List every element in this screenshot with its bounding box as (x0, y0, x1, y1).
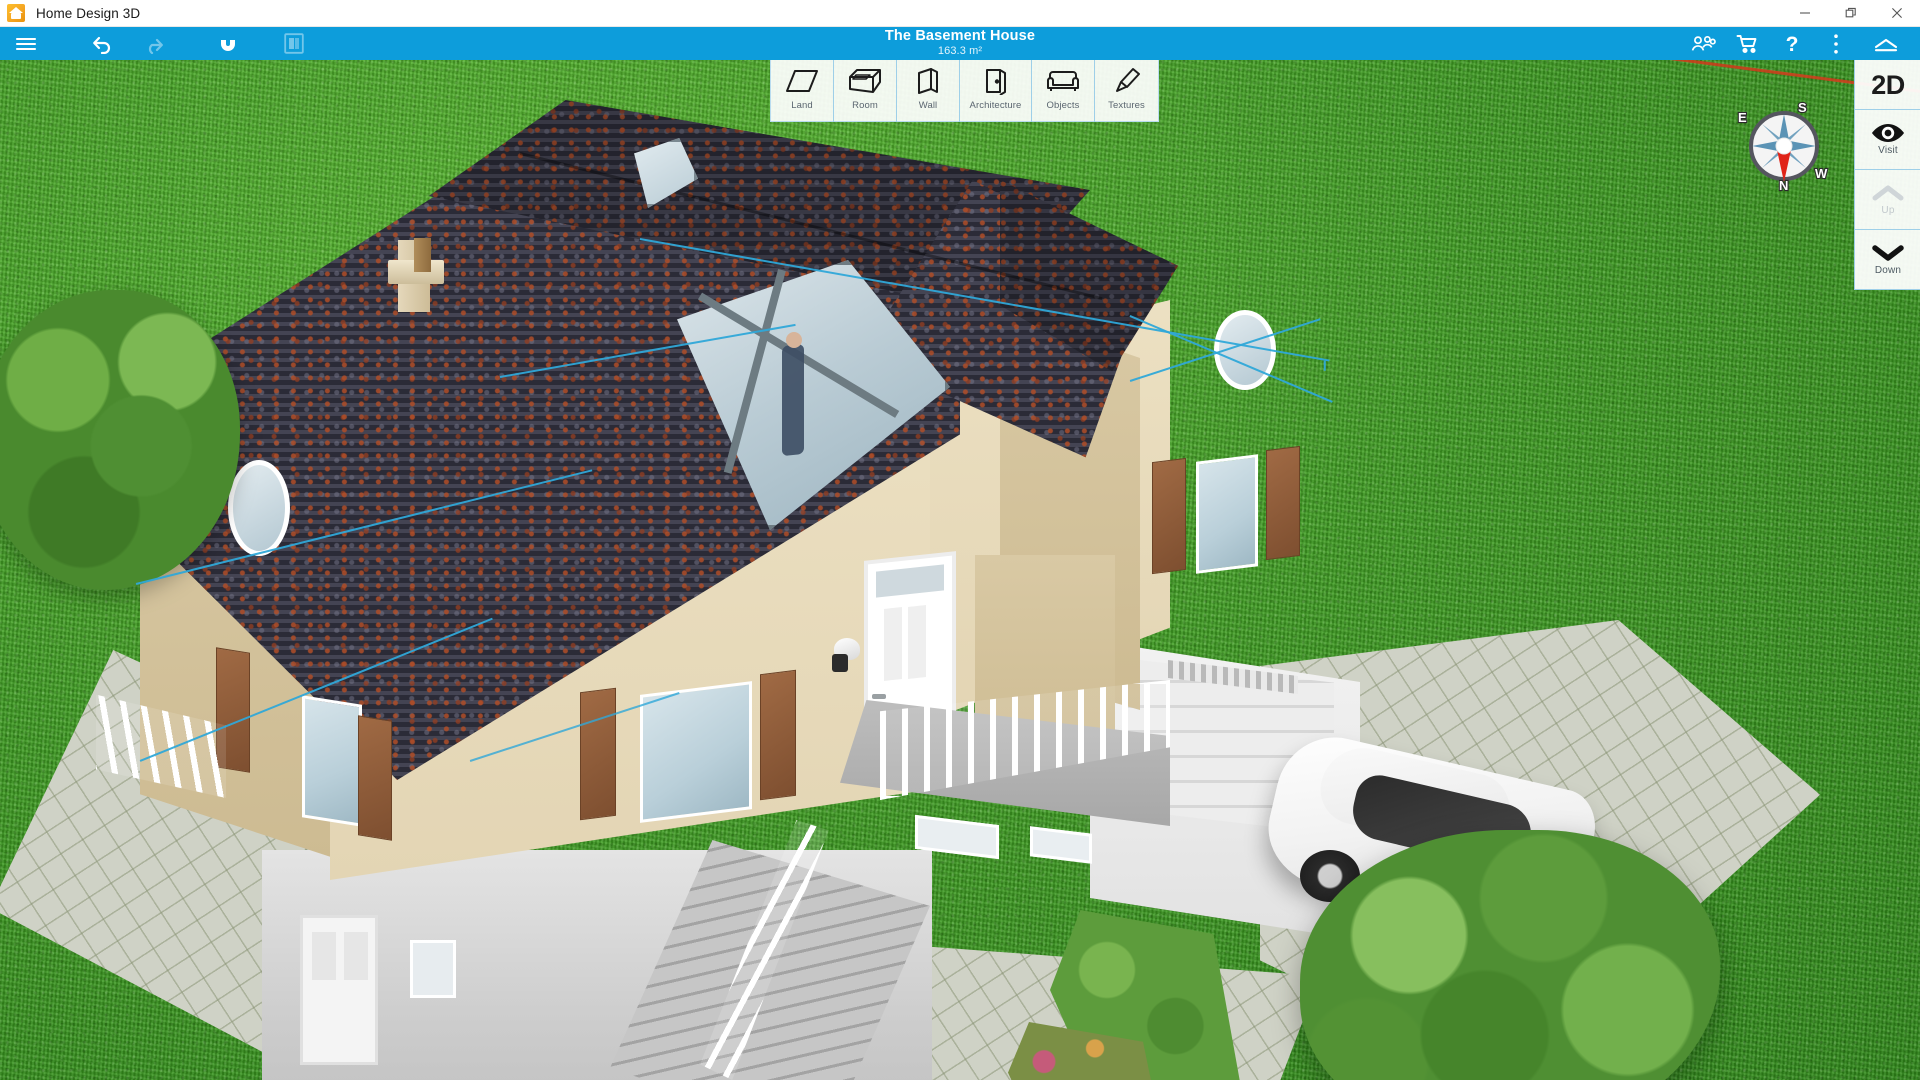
eye-icon (1871, 123, 1905, 143)
wall-slab-icon (915, 66, 941, 96)
sidebar-item-up[interactable]: Up (1855, 170, 1920, 230)
toolbar-left-group (0, 27, 320, 60)
close-icon[interactable] (1874, 0, 1920, 27)
front-door-handle (872, 694, 886, 699)
svg-text:?: ? (1786, 33, 1799, 55)
copy-duplicate-icon[interactable] (268, 27, 320, 60)
sidebar-item-visit[interactable]: Visit (1855, 110, 1920, 170)
magnet-snap-icon[interactable] (202, 27, 254, 60)
question-mark-icon[interactable]: ? (1770, 27, 1814, 60)
textures-brush-icon (1113, 66, 1141, 96)
window-shutter (358, 715, 392, 841)
objects-sofa-icon (1046, 66, 1080, 96)
window-shutter (580, 687, 616, 821)
dormer-interior-figure (782, 343, 804, 457)
3d-house-viewport[interactable] (0, 60, 1920, 1080)
tool-palette: Land Room Wall Architecture Objects Text… (770, 60, 1159, 122)
compass-east-label: E (1738, 110, 1747, 125)
chimney-pot (414, 238, 431, 272)
land-plane-icon (784, 66, 820, 96)
dormer-figure-head (786, 332, 802, 348)
house-window (302, 695, 362, 827)
front-door-panel (908, 605, 926, 679)
tool-architecture-label: Architecture (969, 100, 1022, 111)
round-gable-window-left (228, 460, 290, 556)
chevron-up-icon (1871, 183, 1905, 203)
tool-land[interactable]: Land (771, 60, 834, 122)
tool-textures-label: Textures (1108, 100, 1145, 111)
minimize-icon[interactable] (1782, 0, 1828, 27)
compass-south-label: S (1798, 100, 1807, 115)
app-toolbar: The Basement House 163.3 m² ? (0, 27, 1920, 60)
window-controls (1782, 0, 1920, 27)
people-group-icon[interactable] (1682, 27, 1726, 60)
architecture-door-icon (982, 66, 1010, 96)
shopping-cart-icon[interactable] (1726, 27, 1770, 60)
window-title-bar: Home Design 3D (0, 0, 1920, 27)
basement-door-panel (344, 932, 368, 980)
basement-door-panel (312, 932, 336, 980)
compass-west-label: W (1815, 166, 1828, 181)
tool-wall-label: Wall (918, 100, 938, 111)
chevron-down-icon (1871, 243, 1905, 263)
tool-wall[interactable]: Wall (897, 60, 960, 122)
hamburger-menu-icon[interactable] (0, 27, 52, 60)
2d-text-icon: 2D (1871, 69, 1905, 100)
window-shutter (1266, 445, 1300, 561)
tool-architecture[interactable]: Architecture (960, 60, 1032, 122)
window-shutter (760, 669, 796, 801)
room-box-icon (847, 66, 883, 96)
front-door-panel (884, 607, 902, 681)
tool-land-label: Land (791, 100, 813, 111)
compass-north-label: N (1779, 178, 1788, 193)
lamp-bracket (832, 654, 848, 672)
compass-rose[interactable]: N S E W (1736, 98, 1832, 194)
sidebar-down-label: Down (1874, 265, 1902, 276)
app-title: Home Design 3D (36, 5, 141, 21)
tool-room[interactable]: Room (834, 60, 897, 122)
sidebar-up-label: Up (1881, 205, 1895, 216)
window-shutter (1152, 457, 1186, 575)
house-window (1196, 454, 1258, 574)
vertical-dots-icon[interactable] (1814, 27, 1858, 60)
redo-arrow-icon[interactable] (128, 27, 180, 60)
tool-objects[interactable]: Objects (1032, 60, 1095, 122)
tool-textures[interactable]: Textures (1095, 60, 1158, 122)
basement-window (410, 940, 456, 998)
app-logo-icon (7, 4, 25, 22)
undo-arrow-icon[interactable] (76, 27, 128, 60)
view-side-panel: 2D Visit Up Down (1854, 60, 1920, 290)
chevron-up-icon[interactable] (1858, 27, 1914, 60)
house-window (640, 681, 752, 823)
level-guide-line (1324, 360, 1326, 371)
tool-room-label: Room (852, 100, 878, 111)
sidebar-item-view-mode[interactable]: 2D (1855, 60, 1920, 110)
tool-objects-label: Objects (1046, 100, 1080, 111)
toolbar-right-group: ? (1682, 27, 1920, 60)
sidebar-visit-label: Visit (1878, 145, 1898, 156)
restore-icon[interactable] (1828, 0, 1874, 27)
sidebar-item-down[interactable]: Down (1855, 230, 1920, 290)
